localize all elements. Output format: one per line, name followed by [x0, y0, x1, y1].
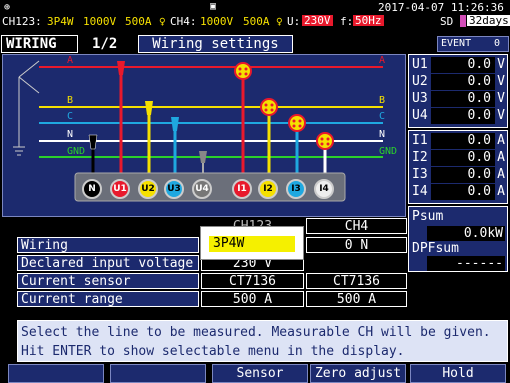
sensor-button[interactable]: Sensor [212, 364, 308, 383]
f1-key[interactable] [8, 364, 104, 383]
clamp-i1-icon [234, 62, 252, 80]
terminal-u2: U2 [138, 179, 158, 199]
event-count: 0 [493, 38, 500, 49]
wiring-selector-popup[interactable]: 3P4W [200, 226, 304, 260]
settings-table: CH123 CH4 Wiring 0 N Declared input volt… [17, 218, 407, 318]
u-value-badge: 230V [302, 14, 333, 27]
label-n-left: N [67, 129, 74, 140]
help-line-2: Hit ENTER to show selectable menu in the… [21, 344, 405, 359]
voltage-meters: U1 0.0 V U2 0.0 V U3 0.0 V U4 0.0 V [408, 54, 508, 128]
power-meters: Psum 0.0kW DPFsum ------ [408, 206, 508, 272]
label-c-right: C [379, 111, 386, 122]
clamp-i2-icon [260, 98, 278, 116]
current-probe-icon: ♀ [159, 15, 166, 28]
sd-usage-bar [460, 15, 466, 27]
f-value-badge: 50Hz [353, 14, 384, 27]
probe-u3-icon [171, 117, 179, 131]
terminal-u3: U3 [164, 179, 184, 199]
row-label-current-range: Current range [17, 291, 199, 307]
label-b-left: B [67, 95, 74, 106]
probe-u2-icon [145, 101, 153, 115]
ch4-prefix: CH4: [170, 15, 197, 28]
label-gnd-left: GND [67, 146, 86, 157]
psum-value: 0.0kW [427, 226, 505, 241]
meter-i3: I3 0.0 A [412, 167, 505, 183]
zero-adjust-button[interactable]: Zero adjust [310, 364, 406, 383]
psum-label: Psum [412, 209, 444, 224]
function-key-bar: Sensor Zero adjust Hold [0, 363, 510, 383]
ch123-wiring-value[interactable]: 3P4W [209, 236, 295, 252]
label-a-left: A [67, 55, 74, 66]
terminal-i4: I4 [314, 179, 334, 199]
f-label: f: [340, 15, 354, 28]
help-line-1: Select the line to be measured. Measurab… [21, 325, 491, 340]
voltage-range: 1000V [83, 15, 117, 28]
meter-u3: U3 0.0 V [412, 91, 505, 107]
terminal-u4: U4 [192, 179, 212, 199]
dpf-label: DPFsum [412, 241, 459, 256]
label-gnd-right: GND [379, 146, 398, 157]
clamp-i3-icon [288, 114, 306, 132]
probe-n-icon [88, 134, 98, 150]
wiring-short: 3P4W [47, 15, 74, 28]
hold-button[interactable]: Hold [410, 364, 506, 383]
terminal-u1: U1 [110, 179, 130, 199]
meter-u1: U1 0.0 V [412, 57, 505, 73]
sd-days-badge: 32days [467, 14, 510, 27]
label-b-right: B [379, 95, 386, 106]
event-label: EVENT [441, 38, 472, 49]
meter-i4: I4 0.0 A [412, 184, 505, 200]
meter-i2: I2 0.0 A [412, 150, 505, 166]
terminal-n: N [82, 179, 102, 199]
ch4-range-value[interactable]: 500 A [306, 291, 407, 307]
row-label-declared-voltage: Declared input voltage [17, 255, 199, 271]
row-label-current-sensor: Current sensor [17, 273, 199, 289]
dpf-value: ------ [427, 256, 505, 271]
probe-u4-icon [199, 151, 207, 163]
page-indicator: 1/2 [92, 36, 118, 52]
sd-label: SD [440, 15, 454, 28]
event-counter: EVENT 0 [437, 36, 509, 52]
terminal-i1: I1 [232, 179, 252, 199]
label-n-right: N [379, 129, 386, 140]
power-icon: ⊕ [4, 2, 11, 13]
col-header-ch4: CH4 [306, 218, 407, 234]
ch4-wiring-value[interactable]: 0 N [306, 237, 407, 253]
meter-panel: U1 0.0 V U2 0.0 V U3 0.0 V U4 0.0 V I1 0.0 A I2 0.0… [408, 54, 510, 274]
clamp-i4-icon [316, 132, 334, 150]
meter-u4: U4 0.0 V [412, 108, 505, 124]
status-bar: ⊕ ▣ 2017-04-07 11:26:36 CH123: 3P4W 1000… [0, 0, 510, 34]
label-c-left: C [67, 111, 74, 122]
ch123-range-value[interactable]: 500 A [201, 291, 304, 307]
sd-card-icon: ▣ [210, 1, 217, 12]
row-label-wiring: Wiring [17, 237, 199, 253]
ch4-sensor-value[interactable]: CT7136 [306, 273, 407, 289]
screen-name-tab[interactable]: WIRING [1, 35, 78, 53]
terminal-i2: I2 [258, 179, 278, 199]
ch4-current: 500A [243, 15, 270, 28]
f2-key[interactable] [110, 364, 206, 383]
label-a-right: A [379, 55, 386, 66]
current-meters: I1 0.0 A I2 0.0 A I3 0.0 A I4 0.0 A [408, 130, 508, 204]
source-symbol [13, 60, 40, 156]
current-range: 500A [125, 15, 152, 28]
probe-u1-icon [117, 61, 125, 75]
ch123-sensor-value[interactable]: CT7136 [201, 273, 304, 289]
ch4-probe-icon: ♀ [276, 15, 283, 28]
meter-i1: I1 0.0 A [412, 133, 505, 149]
datetime: 2017-04-07 11:26:36 [378, 1, 504, 14]
help-message: Select the line to be measured. Measurab… [17, 320, 508, 362]
meter-u2: U2 0.0 V [412, 74, 505, 90]
page-title: Wiring settings [138, 35, 293, 53]
ch4-voltage: 1000V [200, 15, 234, 28]
channel-info-prefix: CH123: [2, 15, 42, 28]
u-label: U: [287, 15, 301, 28]
terminal-i3: I3 [286, 179, 306, 199]
wiring-diagram: A B C N GND A B C N GND N U1 U2 U3 U4 I1… [2, 54, 406, 217]
